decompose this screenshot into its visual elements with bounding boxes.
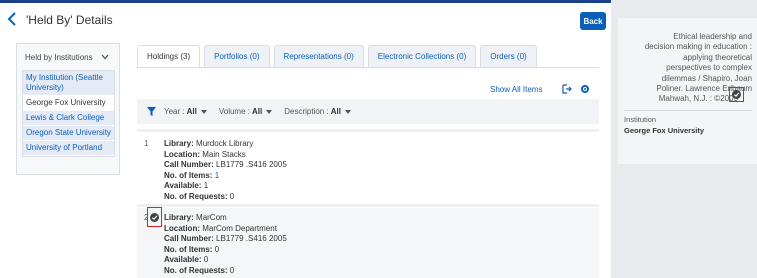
institution-item[interactable]: My Institution (Seattle University) — [23, 71, 114, 96]
tab-portfolios[interactable]: Portfolios (0) — [204, 45, 270, 67]
available-value: 1 — [203, 181, 209, 190]
holding-item[interactable]: 1 Library: Murdock Library Location: Mai… — [144, 139, 444, 205]
library-value: MarCom — [196, 213, 227, 222]
description-line: Ethical leadership and — [673, 32, 752, 41]
chevron-down-icon — [101, 54, 109, 60]
call-number-value: LB1779 .S416 2005 — [216, 160, 287, 169]
location-label: Location: — [164, 223, 200, 233]
requests-value: 0 — [229, 191, 235, 201]
library-value: Murdock Library — [196, 139, 254, 148]
available-value: 0 — [203, 255, 209, 264]
description-line: applying theoretical — [683, 52, 752, 62]
year-filter-label: Year : — [164, 107, 185, 116]
institution-item[interactable]: University of Portland — [23, 141, 114, 156]
items-label: No. of Items: — [164, 244, 213, 254]
description-filter[interactable]: Description : All — [284, 107, 351, 116]
description-filter-value: All — [330, 107, 341, 116]
caret-down-icon — [200, 109, 207, 114]
list-divider — [137, 204, 599, 207]
dropdown-label: Held by Institutions — [25, 52, 93, 62]
page-header: 'Held By' Details Back — [0, 3, 611, 35]
record-info-icon[interactable] — [732, 90, 741, 99]
volume-filter[interactable]: Volume : All — [218, 107, 273, 116]
holding-item[interactable]: 2 Library: MarCom Location: MarCom Depar… — [144, 213, 444, 278]
institution-value: George Fox University — [624, 126, 705, 135]
description-filter-label: Description : — [284, 107, 329, 116]
list-divider — [137, 129, 599, 132]
tab-holdings[interactable]: Holdings (3) — [137, 45, 201, 67]
institution-item[interactable]: Lewis & Clark College — [23, 111, 114, 126]
call-number-value: LB1779 .S416 2005 — [216, 234, 287, 243]
tab-bar: Holdings (3) Portfolios (0) Representati… — [137, 45, 541, 67]
available-label: Available: — [164, 255, 202, 264]
filter-icon — [147, 107, 156, 116]
tab-divider — [137, 67, 599, 68]
institution-list: My Institution (Seattle University) Geor… — [22, 70, 115, 157]
tab-orders[interactable]: Orders (0) — [480, 45, 537, 67]
institution-item[interactable]: George Fox University — [23, 96, 114, 111]
library-label: Library: — [164, 213, 194, 222]
volume-filter-value: All — [251, 107, 263, 116]
items-label: No. of Items: — [164, 170, 213, 180]
call-number-label: Call Number: — [164, 234, 214, 243]
library-label: Library: — [164, 139, 194, 148]
requests-label: No. of Requests: — [164, 191, 228, 201]
holding-number: 1 — [144, 139, 149, 148]
volume-filter-label: Volume : — [218, 107, 250, 116]
requests-label: No. of Requests: — [164, 265, 228, 275]
export-icon[interactable] — [562, 84, 573, 94]
gear-icon[interactable] — [580, 84, 590, 94]
year-filter-value: All — [186, 107, 197, 116]
description-line: decision making in education : — [644, 42, 752, 52]
institution-label: Institution — [624, 115, 657, 124]
location-value: MarCom Department — [202, 223, 277, 233]
year-filter[interactable]: Year : All — [164, 107, 207, 116]
items-value-link[interactable]: 1 — [215, 171, 219, 180]
institutions-panel: Held by Institutions My Institution (Sea… — [16, 43, 120, 175]
details-divider — [624, 110, 752, 111]
available-label: Available: — [164, 181, 202, 190]
tab-electronic-collections[interactable]: Electronic Collections (0) — [367, 45, 477, 67]
caret-down-icon — [266, 109, 273, 114]
description-line: dilemmas / Shapiro, Joan — [661, 73, 752, 83]
location-value: Main Stacks — [202, 149, 246, 159]
items-value: 0 — [214, 244, 220, 254]
location-label: Location: — [164, 149, 200, 159]
institution-item[interactable]: Oregon State University — [23, 126, 114, 141]
call-number-label: Call Number: — [164, 160, 214, 169]
show-all-items-link[interactable]: Show All Items — [490, 85, 542, 94]
chevron-left-icon[interactable] — [7, 12, 17, 26]
record-info-icon[interactable] — [150, 213, 159, 222]
filter-bar: Year : All Volume : All Description : Al… — [137, 99, 599, 124]
requests-value: 0 — [229, 265, 235, 275]
held-by-institutions-dropdown[interactable]: Held by Institutions — [22, 48, 115, 66]
holdings-toolbar: Show All Items — [490, 82, 590, 96]
caret-down-icon — [344, 109, 351, 114]
tab-representations[interactable]: Representations (0) — [273, 45, 364, 67]
back-button[interactable]: Back — [580, 12, 606, 30]
page-title: 'Held By' Details — [26, 13, 113, 27]
description-line: perspectives to complex — [666, 63, 752, 73]
